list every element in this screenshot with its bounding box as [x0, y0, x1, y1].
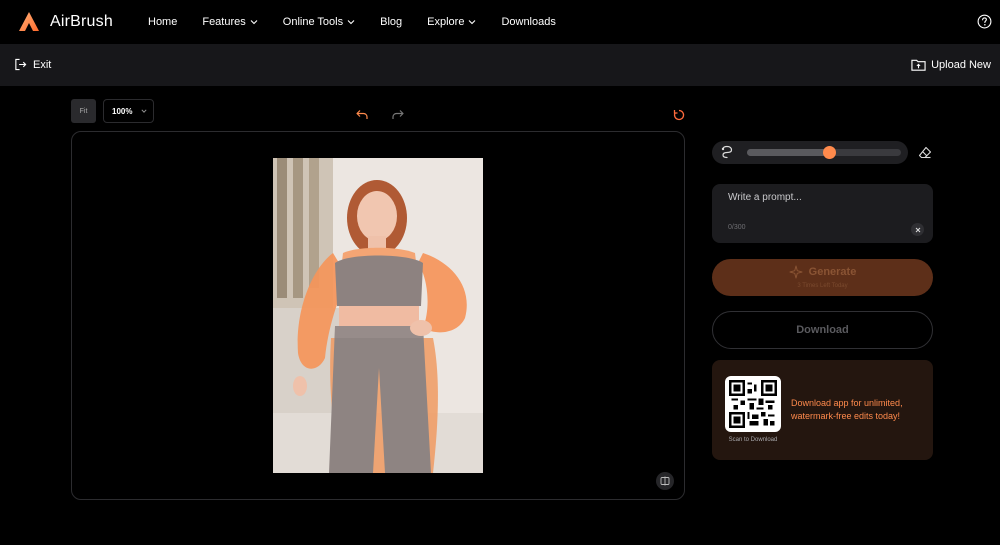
- slider-knob[interactable]: [823, 146, 836, 159]
- clear-prompt-button[interactable]: [911, 223, 924, 236]
- zoom-value: 100%: [112, 106, 133, 116]
- chevron-down-icon: [469, 20, 476, 25]
- nav-label: Blog: [380, 16, 403, 28]
- nav-menu: Home Features Online Tools Blog Explore …: [148, 0, 581, 44]
- edited-photo[interactable]: [273, 158, 483, 473]
- nav-item-explore[interactable]: Explore: [427, 16, 476, 28]
- qr-code: [725, 376, 781, 432]
- zoom-select[interactable]: 100%: [103, 99, 154, 123]
- nav-item-home[interactable]: Home: [148, 16, 177, 28]
- chevron-down-icon: [250, 20, 258, 25]
- fit-button[interactable]: Fit: [71, 99, 96, 123]
- compare-icon: [660, 476, 670, 486]
- generate-label-row: Generate: [712, 265, 933, 279]
- chevron-down-icon: [347, 20, 355, 25]
- sparkle-icon: [789, 265, 803, 279]
- brand-name: AirBrush: [50, 13, 113, 30]
- nav-label: Explore: [427, 16, 465, 28]
- exit-icon: [15, 58, 27, 71]
- brush-icon[interactable]: [720, 145, 734, 159]
- chevron-down-icon: [141, 109, 148, 113]
- nav-label: Features: [202, 16, 246, 28]
- scan-to-download-label: Scan to Download: [728, 437, 778, 443]
- prompt-counter: 0/300: [728, 224, 746, 231]
- eraser-icon[interactable]: [918, 146, 932, 159]
- exit-button[interactable]: Exit: [14, 58, 51, 71]
- nav-label: Online Tools: [282, 16, 344, 28]
- reset-icon[interactable]: [673, 109, 685, 121]
- app-download-promo: Scan to Download Download app for unlimi…: [712, 360, 933, 460]
- download-button[interactable]: Download: [712, 311, 933, 349]
- nav-item-blog[interactable]: Blog: [380, 16, 402, 28]
- generate-button[interactable]: Generate 3 Times Left Today: [712, 259, 933, 296]
- prompt-placeholder: Write a prompt...: [728, 192, 802, 203]
- qr-code-icon: [729, 380, 777, 428]
- nav-item-features[interactable]: Features: [202, 16, 258, 28]
- photo-illustration: [273, 158, 483, 473]
- redo-icon[interactable]: [392, 109, 404, 120]
- folder-upload-icon: [911, 59, 926, 71]
- compare-button[interactable]: [656, 472, 674, 490]
- top-navigation: AirBrush Home Features Online Tools Blog…: [0, 0, 1000, 44]
- airbrush-logo[interactable]: AirBrush: [18, 11, 113, 33]
- brush-size-control: [712, 141, 908, 164]
- nav-item-online-tools[interactable]: Online Tools: [283, 16, 355, 28]
- upload-new-button[interactable]: Upload New: [911, 58, 991, 72]
- prompt-input[interactable]: Write a prompt... 0/300: [712, 184, 933, 243]
- help-circle-icon[interactable]: [977, 14, 992, 29]
- editor-toolbar: Exit Upload New: [0, 44, 1000, 86]
- upload-label: Upload New: [931, 59, 991, 71]
- airbrush-logo-icon: [19, 12, 39, 31]
- generate-label: Generate: [808, 266, 857, 278]
- slider-fill: [747, 149, 830, 156]
- promo-message: Download app for unlimited, watermark-fr…: [791, 398, 903, 421]
- exit-label: Exit: [33, 58, 52, 71]
- brush-size-slider[interactable]: [747, 146, 901, 159]
- close-icon: [915, 227, 920, 232]
- undo-icon[interactable]: [356, 109, 368, 120]
- generate-remaining: 3 Times Left Today: [797, 283, 848, 289]
- nav-label: Downloads: [501, 16, 556, 28]
- nav-label: Home: [148, 16, 178, 28]
- nav-item-downloads[interactable]: Downloads: [501, 16, 555, 28]
